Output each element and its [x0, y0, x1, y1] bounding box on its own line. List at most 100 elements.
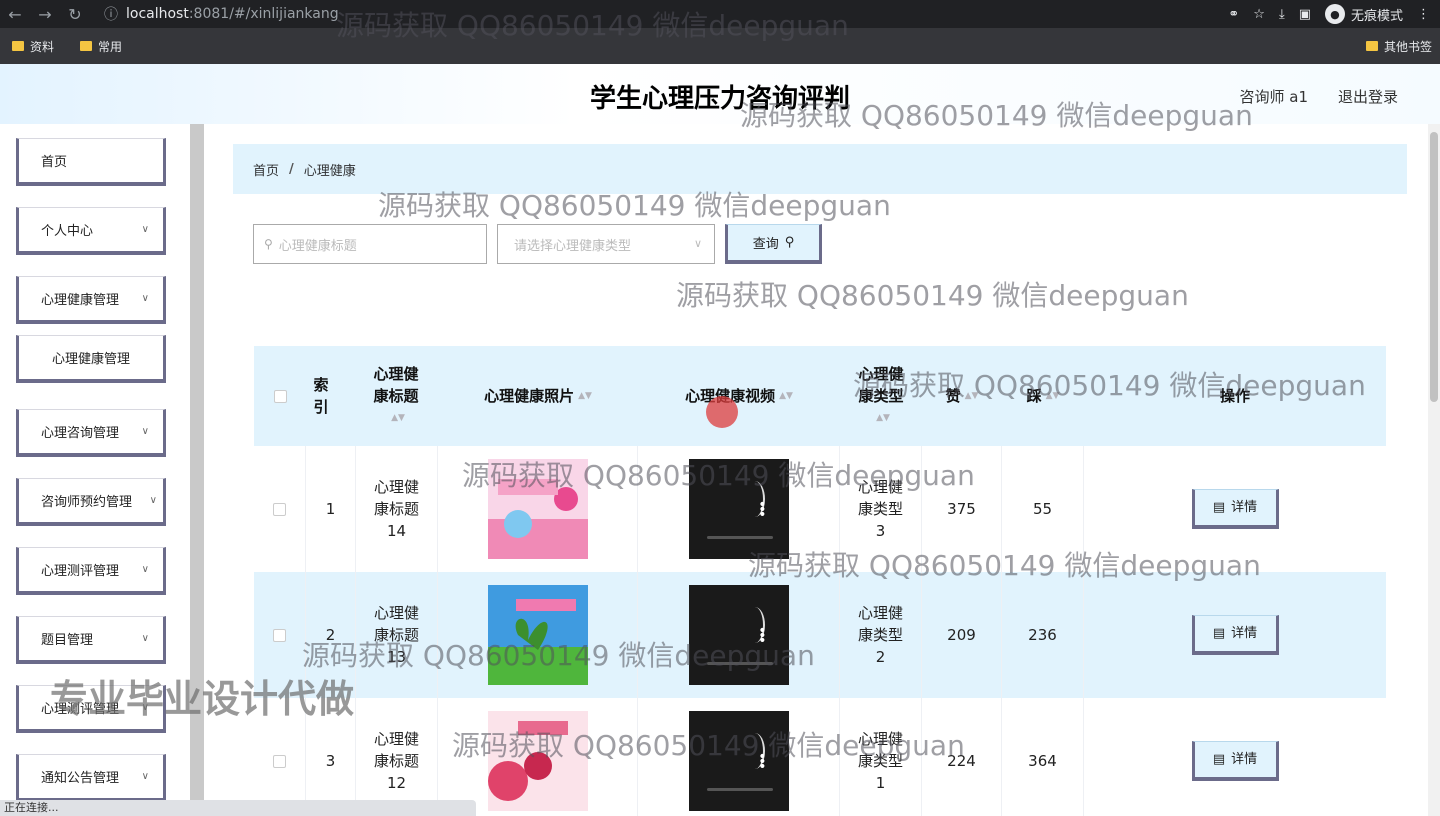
sort-icon[interactable]: ▲▼ — [391, 407, 405, 429]
cell-dislikes: 55 — [1002, 446, 1084, 572]
sidebar-subitem-mental-health[interactable]: 心理健康管理 — [16, 335, 166, 383]
cell-title: 心理健康标题14 — [356, 446, 438, 572]
sidepanel-icon[interactable]: ▣ — [1299, 7, 1311, 22]
video-progress-bar[interactable] — [706, 788, 773, 791]
video-player[interactable]: • • • — [688, 459, 789, 559]
cell-type: 心理健康类型3 — [840, 446, 922, 572]
more-options-icon[interactable]: • • • — [758, 498, 766, 522]
type-select[interactable]: 请选择心理健康类型 ∨ — [497, 224, 715, 264]
more-options-icon[interactable]: • • • — [758, 624, 766, 648]
forward-icon[interactable]: → — [30, 5, 60, 24]
column-header-actions: 操作 — [1084, 346, 1386, 446]
column-header-index[interactable]: 索引 — [306, 346, 336, 446]
star-icon[interactable]: ☆ — [1253, 7, 1265, 22]
address-bar[interactable]: ⓘ localhost :8081/#/xinlijiankang — [104, 2, 1244, 26]
title-search-input[interactable]: ⚲ 心理健康标题 — [253, 224, 487, 264]
cell-likes: 375 — [922, 446, 1002, 572]
sort-icon[interactable]: ▲▼ — [965, 385, 979, 407]
sidebar-item-label: 题目管理 — [41, 633, 94, 648]
video-player[interactable]: • • • — [688, 585, 789, 685]
query-button[interactable]: 查询 ⚲ — [725, 224, 822, 264]
sidebar-item-profile[interactable]: 个人中心 ∨ — [16, 207, 166, 255]
column-header-type[interactable]: 心理健康类型 ▲▼ — [840, 346, 922, 446]
column-header-dislikes[interactable]: 踩 ▲▼ — [1002, 346, 1084, 446]
column-header-video[interactable]: 心理健康视频 ▲▼ — [638, 346, 840, 446]
row-checkbox[interactable] — [273, 628, 286, 642]
sidebar-item-notices[interactable]: 通知公告管理 ∨ — [16, 754, 166, 802]
breadcrumb-home[interactable]: 首页 — [253, 160, 279, 179]
detail-button-label: 详情 — [1231, 751, 1258, 767]
health-photo-image — [487, 459, 588, 559]
bookmark-folder-other[interactable]: 其他书签 — [1365, 28, 1432, 64]
column-header-likes[interactable]: 赞 ▲▼ — [922, 346, 1002, 446]
table-row: 2 心理健康标题13 • • • 心理健康类型2 209 236 ▤ 详情 — [254, 572, 1386, 698]
cell-video: • • • — [638, 572, 840, 698]
sort-icon[interactable]: ▲▼ — [1046, 385, 1060, 407]
incognito-indicator[interactable]: ● 无痕模式 — [1324, 4, 1403, 24]
url-host: localhost — [126, 6, 189, 22]
sort-icon[interactable]: ▲▼ — [578, 385, 592, 407]
back-icon[interactable]: ← — [0, 5, 30, 24]
title-search-placeholder: 心理健康标题 — [278, 238, 357, 254]
cell-index: 1 — [306, 446, 356, 572]
promo-watermark: 专业毕业设计代做 — [50, 677, 355, 721]
cell-type-text: 心理健康类型3 — [857, 478, 903, 540]
bookmark-folder-resources[interactable]: 资料 — [12, 38, 54, 55]
cell-photo — [438, 698, 638, 816]
type-select-placeholder: 请选择心理健康类型 — [514, 238, 632, 254]
cell-title-text: 心理健康标题13 — [373, 604, 419, 666]
app-title: 学生心理压力咨询评判 — [589, 84, 850, 114]
video-progress-bar[interactable] — [706, 536, 773, 539]
folder-icon — [80, 41, 93, 51]
select-all-checkbox[interactable] — [273, 389, 287, 403]
menu-icon[interactable]: ⋮ — [1417, 7, 1430, 22]
column-header-title[interactable]: 心理健康标题 ▲▼ — [356, 346, 436, 446]
sidebar-item-consultation[interactable]: 心理咨询管理 ∨ — [16, 409, 166, 457]
column-header-photo[interactable]: 心理健康照片 ▲▼ — [438, 346, 638, 446]
table-row: 3 心理健康标题12 • • • 心理健康类型1 224 364 ▤ 详情 — [254, 698, 1386, 816]
info-icon[interactable]: ⓘ — [104, 4, 118, 24]
detail-button[interactable]: ▤ 详情 — [1191, 489, 1279, 529]
browser-actions: ⚭ ☆ ⤓ ▣ ● 无痕模式 ⋮ — [1228, 0, 1430, 28]
cell-likes: 209 — [922, 572, 1002, 698]
sort-icon[interactable]: ▲▼ — [779, 385, 793, 407]
chevron-down-icon: ∨ — [141, 426, 149, 437]
download-icon[interactable]: ⤓ — [1279, 7, 1285, 22]
sort-icon[interactable]: ▲▼ — [876, 407, 890, 429]
header-label: 心理健康类型 — [858, 365, 904, 405]
sidebar-item-label: 心理健康管理 — [41, 293, 120, 308]
video-player[interactable]: • • • — [688, 711, 789, 811]
sidebar-item-label: 个人中心 — [41, 224, 94, 239]
folder-icon — [12, 41, 24, 51]
detail-button-label: 详情 — [1231, 625, 1258, 641]
header-label: 赞 — [945, 387, 961, 405]
logout-link[interactable]: 退出登录 — [1338, 86, 1398, 107]
detail-button[interactable]: ▤ 详情 — [1191, 741, 1279, 781]
main-scrollbar[interactable] — [1428, 124, 1440, 816]
chevron-down-icon: ∨ — [693, 237, 702, 250]
sidebar-item-mental-health[interactable]: 心理健康管理 ∨ — [16, 276, 166, 324]
sidebar-item-appointment[interactable]: 咨询师预约管理 ∨ — [16, 478, 166, 526]
cell-type: 心理健康类型2 — [840, 572, 922, 698]
more-options-icon[interactable]: • • • — [758, 750, 766, 774]
cell-type: 心理健康类型1 — [840, 698, 922, 816]
scrollbar-thumb[interactable] — [1430, 132, 1438, 402]
sidebar-item-assessment[interactable]: 心理测评管理 ∨ — [16, 547, 166, 595]
key-icon[interactable]: ⚭ — [1228, 7, 1239, 22]
sidebar-item-home[interactable]: 首页 — [16, 138, 166, 186]
row-checkbox[interactable] — [273, 754, 286, 768]
detail-button[interactable]: ▤ 详情 — [1191, 615, 1279, 655]
bookmark-folder-common[interactable]: 常用 — [80, 38, 122, 55]
sidebar-item-questions[interactable]: 题目管理 ∨ — [16, 616, 166, 664]
current-user: 咨询师 a1 — [1239, 88, 1308, 106]
search-icon: ⚲ — [264, 237, 273, 251]
header-label: 踩 — [1026, 387, 1042, 405]
cell-type-text: 心理健康类型1 — [857, 730, 903, 792]
header-label: 心理健康标题 — [373, 365, 419, 405]
reload-icon[interactable]: ↻ — [60, 5, 90, 24]
video-progress-bar[interactable] — [706, 662, 773, 665]
sidebar-item-label: 心理测评管理 — [41, 564, 120, 579]
health-photo-image — [487, 711, 588, 811]
detail-button-label: 详情 — [1231, 499, 1258, 515]
row-checkbox[interactable] — [273, 502, 286, 516]
